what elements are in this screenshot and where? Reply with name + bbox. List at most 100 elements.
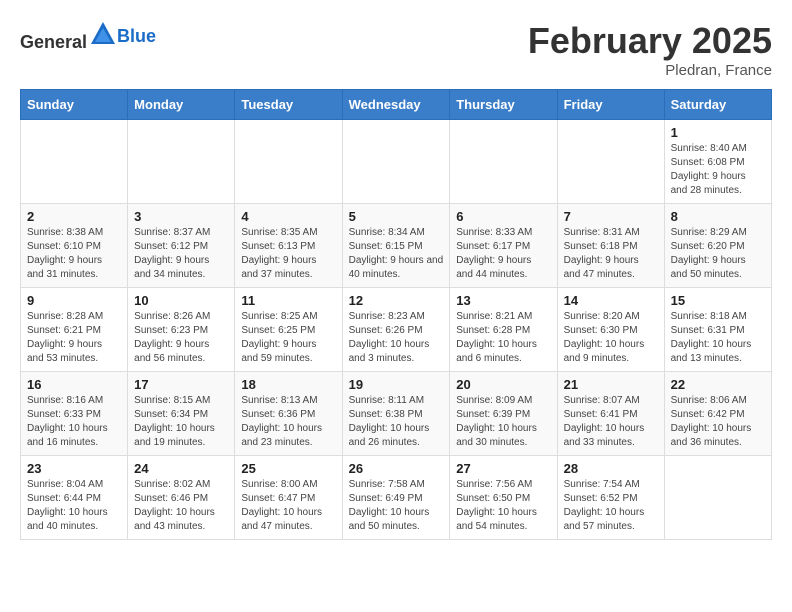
- subtitle: Pledran, France: [528, 62, 772, 79]
- day-number: 14: [564, 293, 658, 308]
- calendar-cell: [21, 120, 128, 204]
- day-info: Sunrise: 8:25 AM Sunset: 6:25 PM Dayligh…: [241, 310, 335, 366]
- week-row-2: 2Sunrise: 8:38 AM Sunset: 6:10 PM Daylig…: [21, 204, 772, 288]
- calendar-cell: 3 Sunrise: 8:37 AM Sunset: 6:12 PM Daylig…: [128, 204, 235, 288]
- weekday-header-monday: Monday: [128, 90, 235, 120]
- day-info: Sunrise: 8:09 AM Sunset: 6:39 PM Dayligh…: [456, 394, 550, 450]
- day-number: 27: [456, 461, 550, 476]
- day-info: Sunrise: 8:20 AM Sunset: 6:30 PM Dayligh…: [564, 310, 658, 366]
- day-info: Sunrise: 8:29 AM Sunset: 6:20 PM Dayligh…: [671, 226, 765, 282]
- day-info: Sunrise: 8:13 AM Sunset: 6:36 PM Dayligh…: [241, 394, 335, 450]
- day-number: 5: [349, 209, 444, 224]
- calendar-cell: 7 Sunrise: 8:31 AM Sunset: 6:18 PM Daylig…: [557, 204, 664, 288]
- weekday-header-thursday: Thursday: [450, 90, 557, 120]
- calendar-cell: 26 Sunrise: 7:58 AM Sunset: 6:49 PM Dayli…: [342, 456, 450, 540]
- day-info: Sunrise: 7:54 AM Sunset: 6:52 PM Dayligh…: [564, 478, 658, 534]
- day-number: 13: [456, 293, 550, 308]
- calendar-cell: 11 Sunrise: 8:25 AM Sunset: 6:25 PM Dayli…: [235, 288, 342, 372]
- calendar-cell: 17Sunrise: 8:15 AM Sunset: 6:34 PM Dayli…: [128, 372, 235, 456]
- day-info: Sunrise: 8:34 AM Sunset: 6:15 PM Dayligh…: [349, 226, 444, 282]
- weekday-header-wednesday: Wednesday: [342, 90, 450, 120]
- day-info: Sunrise: 7:58 AM Sunset: 6:49 PM Dayligh…: [349, 478, 444, 534]
- day-info: Sunrise: 8:40 AM Sunset: 6:08 PM Dayligh…: [671, 142, 765, 198]
- day-number: 21: [564, 377, 658, 392]
- day-number: 16: [27, 377, 121, 392]
- calendar-cell: 9 Sunrise: 8:28 AM Sunset: 6:21 PM Daylig…: [21, 288, 128, 372]
- calendar-cell: [342, 120, 450, 204]
- month-title: February 2025: [528, 20, 772, 62]
- calendar-cell: 5 Sunrise: 8:34 AM Sunset: 6:15 PM Daylig…: [342, 204, 450, 288]
- calendar-cell: 22Sunrise: 8:06 AM Sunset: 6:42 PM Dayli…: [664, 372, 771, 456]
- calendar-cell: 6 Sunrise: 8:33 AM Sunset: 6:17 PM Daylig…: [450, 204, 557, 288]
- day-number: 20: [456, 377, 550, 392]
- day-info: Sunrise: 8:15 AM Sunset: 6:34 PM Dayligh…: [134, 394, 228, 450]
- weekday-header-friday: Friday: [557, 90, 664, 120]
- day-number: 28: [564, 461, 658, 476]
- day-info: Sunrise: 8:11 AM Sunset: 6:38 PM Dayligh…: [349, 394, 444, 450]
- header: General Blue February 2025 Pledran, Fran…: [20, 20, 772, 79]
- calendar: SundayMondayTuesdayWednesdayThursdayFrid…: [20, 89, 772, 540]
- calendar-cell: 8 Sunrise: 8:29 AM Sunset: 6:20 PM Daylig…: [664, 204, 771, 288]
- logo: General Blue: [20, 20, 156, 53]
- day-info: Sunrise: 8:00 AM Sunset: 6:47 PM Dayligh…: [241, 478, 335, 534]
- weekday-header-row: SundayMondayTuesdayWednesdayThursdayFrid…: [21, 90, 772, 120]
- calendar-cell: 2Sunrise: 8:38 AM Sunset: 6:10 PM Daylig…: [21, 204, 128, 288]
- day-number: 24: [134, 461, 228, 476]
- calendar-cell: 1 Sunrise: 8:40 AM Sunset: 6:08 PM Daylig…: [664, 120, 771, 204]
- calendar-cell: 23 Sunrise: 8:04 AM Sunset: 6:44 PM Dayli…: [21, 456, 128, 540]
- day-number: 3: [134, 209, 228, 224]
- day-number: 18: [241, 377, 335, 392]
- day-info: Sunrise: 8:21 AM Sunset: 6:28 PM Dayligh…: [456, 310, 550, 366]
- calendar-cell: 12Sunrise: 8:23 AM Sunset: 6:26 PM Dayli…: [342, 288, 450, 372]
- calendar-cell: 4Sunrise: 8:35 AM Sunset: 6:13 PM Daylig…: [235, 204, 342, 288]
- calendar-cell: 20 Sunrise: 8:09 AM Sunset: 6:39 PM Dayli…: [450, 372, 557, 456]
- day-info: Sunrise: 8:02 AM Sunset: 6:46 PM Dayligh…: [134, 478, 228, 534]
- calendar-cell: 21 Sunrise: 8:07 AM Sunset: 6:41 PM Dayli…: [557, 372, 664, 456]
- calendar-cell: 13 Sunrise: 8:21 AM Sunset: 6:28 PM Dayli…: [450, 288, 557, 372]
- day-info: Sunrise: 8:38 AM Sunset: 6:10 PM Dayligh…: [27, 226, 121, 282]
- day-info: Sunrise: 8:31 AM Sunset: 6:18 PM Dayligh…: [564, 226, 658, 282]
- weekday-header-sunday: Sunday: [21, 90, 128, 120]
- day-number: 10: [134, 293, 228, 308]
- day-info: Sunrise: 7:56 AM Sunset: 6:50 PM Dayligh…: [456, 478, 550, 534]
- weekday-header-saturday: Saturday: [664, 90, 771, 120]
- day-number: 1: [671, 125, 765, 140]
- day-number: 9: [27, 293, 121, 308]
- weekday-header-tuesday: Tuesday: [235, 90, 342, 120]
- day-number: 19: [349, 377, 444, 392]
- day-info: Sunrise: 8:37 AM Sunset: 6:12 PM Dayligh…: [134, 226, 228, 282]
- day-info: Sunrise: 8:16 AM Sunset: 6:33 PM Dayligh…: [27, 394, 121, 450]
- calendar-cell: [235, 120, 342, 204]
- day-info: Sunrise: 8:33 AM Sunset: 6:17 PM Dayligh…: [456, 226, 550, 282]
- day-info: Sunrise: 8:23 AM Sunset: 6:26 PM Dayligh…: [349, 310, 444, 366]
- calendar-cell: 25 Sunrise: 8:00 AM Sunset: 6:47 PM Dayli…: [235, 456, 342, 540]
- week-row-4: 16 Sunrise: 8:16 AM Sunset: 6:33 PM Dayli…: [21, 372, 772, 456]
- title-section: February 2025 Pledran, France: [528, 20, 772, 79]
- logo-general: General: [20, 32, 87, 52]
- day-number: 26: [349, 461, 444, 476]
- day-info: Sunrise: 8:28 AM Sunset: 6:21 PM Dayligh…: [27, 310, 121, 366]
- calendar-cell: 27 Sunrise: 7:56 AM Sunset: 6:50 PM Dayli…: [450, 456, 557, 540]
- day-number: 15: [671, 293, 765, 308]
- calendar-cell: 19 Sunrise: 8:11 AM Sunset: 6:38 PM Dayli…: [342, 372, 450, 456]
- day-number: 25: [241, 461, 335, 476]
- day-number: 11: [241, 293, 335, 308]
- calendar-cell: 16 Sunrise: 8:16 AM Sunset: 6:33 PM Dayli…: [21, 372, 128, 456]
- day-number: 8: [671, 209, 765, 224]
- calendar-cell: 10Sunrise: 8:26 AM Sunset: 6:23 PM Dayli…: [128, 288, 235, 372]
- logo-icon: [89, 20, 117, 48]
- calendar-cell: 24 Sunrise: 8:02 AM Sunset: 6:46 PM Dayli…: [128, 456, 235, 540]
- calendar-cell: 14 Sunrise: 8:20 AM Sunset: 6:30 PM Dayli…: [557, 288, 664, 372]
- day-number: 23: [27, 461, 121, 476]
- calendar-cell: [557, 120, 664, 204]
- week-row-1: 1 Sunrise: 8:40 AM Sunset: 6:08 PM Daylig…: [21, 120, 772, 204]
- day-number: 6: [456, 209, 550, 224]
- day-info: Sunrise: 8:07 AM Sunset: 6:41 PM Dayligh…: [564, 394, 658, 450]
- day-number: 7: [564, 209, 658, 224]
- calendar-cell: 28 Sunrise: 7:54 AM Sunset: 6:52 PM Dayli…: [557, 456, 664, 540]
- day-info: Sunrise: 8:04 AM Sunset: 6:44 PM Dayligh…: [27, 478, 121, 534]
- week-row-3: 9 Sunrise: 8:28 AM Sunset: 6:21 PM Daylig…: [21, 288, 772, 372]
- calendar-cell: 18 Sunrise: 8:13 AM Sunset: 6:36 PM Dayli…: [235, 372, 342, 456]
- week-row-5: 23 Sunrise: 8:04 AM Sunset: 6:44 PM Dayli…: [21, 456, 772, 540]
- day-number: 22: [671, 377, 765, 392]
